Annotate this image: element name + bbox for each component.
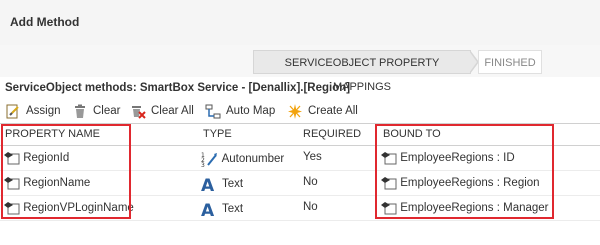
- table-row[interactable]: RegionId 1 2 3 Autonumber Yes EmployeeRe…: [0, 145, 600, 171]
- required-cell: No: [303, 201, 318, 213]
- wizard-step-property-mappings[interactable]: SERVICEOBJECT PROPERTY MAPPINGS: [253, 50, 471, 93]
- bound-to-value: EmployeeRegions : Manager: [400, 202, 549, 215]
- svg-text:3: 3: [201, 162, 205, 167]
- table-row[interactable]: RegionName A Text No EmployeeRegions : R…: [0, 170, 600, 196]
- type-cell: 1 2 3 Autonumber: [201, 151, 285, 169]
- bound-to-value: EmployeeRegions : Region: [400, 177, 540, 190]
- clear-all-icon: [132, 106, 146, 119]
- table-row[interactable]: RegionVPLoginName A Text No EmployeeRegi…: [0, 195, 600, 221]
- property-name-cell: RegionId: [4, 151, 69, 165]
- svg-text:A: A: [201, 176, 215, 192]
- assign-label: Assign: [26, 105, 61, 117]
- wizard-step-arrow-inner: [469, 51, 477, 73]
- clear-all-label: Clear All: [151, 105, 194, 117]
- property-icon: [4, 152, 20, 165]
- svg-text:A: A: [201, 201, 215, 217]
- toolbar: Assign Clear Clear All Auto Map Create A…: [0, 99, 600, 123]
- auto-map-icon: [205, 104, 221, 119]
- clear-all-button[interactable]: Clear All: [130, 102, 195, 120]
- wizard-steps: SERVICEOBJECT PROPERTY MAPPINGS FINISHED: [0, 45, 600, 93]
- assign-icon: [6, 104, 19, 119]
- text-type-icon: A: [201, 201, 215, 221]
- methods-title: ServiceObject methods: SmartBox Service …: [5, 82, 351, 94]
- property-name-cell: RegionVPLoginName: [4, 201, 134, 215]
- autonumber-icon: 1 2 3: [201, 152, 217, 169]
- type-label: Autonumber: [221, 153, 285, 166]
- column-header-property-name[interactable]: PROPERTY NAME: [5, 128, 100, 140]
- bound-to-cell[interactable]: EmployeeRegions : Region: [381, 176, 540, 190]
- text-type-icon: A: [201, 176, 215, 196]
- property-name-cell: RegionName: [4, 176, 90, 190]
- property-icon: [4, 177, 20, 190]
- type-cell: A Text: [201, 176, 244, 196]
- wizard-step-finished[interactable]: FINISHED: [478, 50, 542, 74]
- required-cell: Yes: [303, 151, 322, 163]
- bound-to-cell[interactable]: EmployeeRegions : ID: [381, 151, 515, 165]
- property-name: RegionId: [23, 152, 70, 165]
- trash-icon: [75, 104, 85, 118]
- sparkle-icon: [288, 104, 302, 119]
- property-icon: [381, 152, 397, 165]
- required-cell: No: [303, 176, 318, 188]
- page-title: Add Method: [10, 15, 80, 29]
- column-header-required[interactable]: REQUIRED: [303, 128, 361, 140]
- bound-to-cell[interactable]: EmployeeRegions : Manager: [381, 201, 549, 215]
- column-header-type[interactable]: TYPE: [203, 128, 232, 140]
- property-icon: [381, 202, 397, 215]
- type-label: Text: [222, 178, 244, 191]
- property-icon: [381, 177, 397, 190]
- auto-map-label: Auto Map: [226, 105, 276, 117]
- clear-button[interactable]: Clear: [72, 102, 122, 120]
- create-all-label: Create All: [308, 105, 358, 117]
- property-name: RegionName: [23, 177, 91, 190]
- type-label: Text: [222, 203, 244, 216]
- create-all-button[interactable]: Create All: [287, 102, 362, 120]
- grid-header: PROPERTY NAME TYPE REQUIRED BOUND TO: [0, 123, 600, 146]
- type-cell: A Text: [201, 201, 244, 221]
- clear-label: Clear: [93, 105, 121, 117]
- bound-to-value: EmployeeRegions : ID: [400, 152, 515, 165]
- assign-button[interactable]: Assign: [5, 102, 61, 120]
- column-header-bound-to[interactable]: BOUND TO: [383, 128, 441, 140]
- property-icon: [4, 202, 20, 215]
- dialog-header: Add Method: [0, 0, 600, 46]
- auto-map-button[interactable]: Auto Map: [205, 102, 277, 120]
- property-name: RegionVPLoginName: [23, 202, 134, 215]
